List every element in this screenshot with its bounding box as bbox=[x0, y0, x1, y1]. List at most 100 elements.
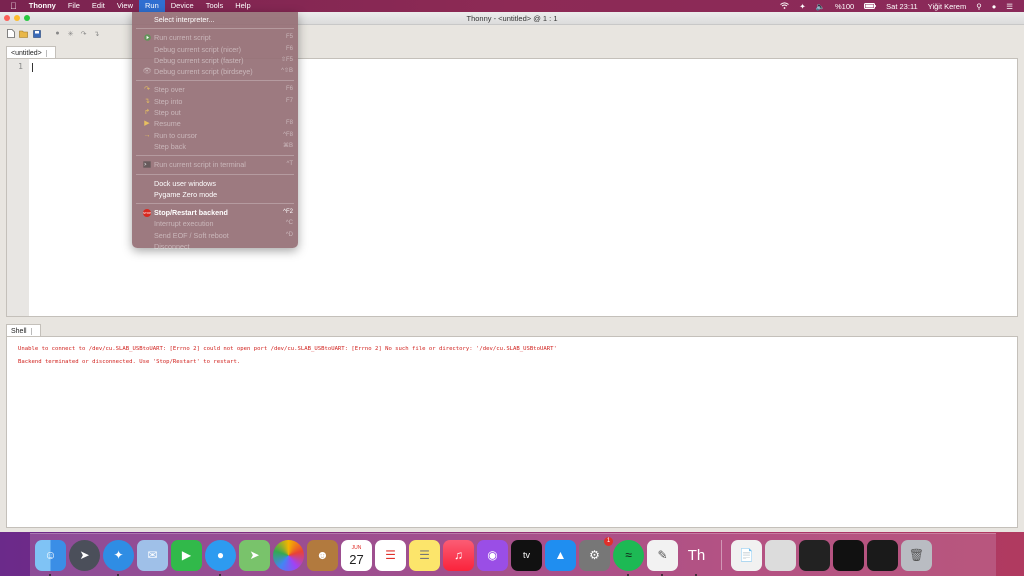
run-icon[interactable]: ● bbox=[53, 29, 62, 38]
reminders-icon[interactable]: ☰ bbox=[375, 539, 406, 571]
menu-item-label: Debug current script (faster) bbox=[154, 55, 244, 65]
menu-item-debug-nicer[interactable]: Debug current script (nicer) F6 bbox=[132, 44, 298, 55]
facetime-icon[interactable]: ▶ bbox=[171, 539, 202, 571]
menu-help[interactable]: Help bbox=[229, 0, 256, 12]
menu-item-shortcut: ^C bbox=[285, 220, 293, 227]
menu-item-disconnect[interactable]: Disconnect bbox=[132, 241, 298, 252]
tab-shell[interactable]: Shell bbox=[6, 324, 41, 336]
menubar-clock[interactable]: Sat 23:11 bbox=[881, 2, 923, 11]
photos-icon[interactable] bbox=[273, 539, 304, 571]
siri-icon[interactable]: ● bbox=[987, 2, 1002, 11]
menu-view[interactable]: View bbox=[111, 0, 139, 12]
menu-item-interrupt-execution[interactable]: Interrupt execution ^C bbox=[132, 218, 298, 229]
safari-icon[interactable]: ✦ bbox=[103, 539, 134, 576]
menu-item-label: Step back bbox=[154, 141, 186, 151]
terminal-icon bbox=[143, 161, 151, 169]
menu-item-send-eof[interactable]: Send EOF / Soft reboot ^D bbox=[132, 230, 298, 241]
menu-item-label: Step out bbox=[154, 108, 181, 118]
resume-icon: ▶ bbox=[144, 120, 150, 128]
menu-item-step-back[interactable]: Step back ⌘B bbox=[132, 141, 298, 152]
calendar-day: 27 bbox=[349, 551, 364, 567]
step-into-icon: ↴ bbox=[144, 97, 150, 105]
menu-item-run-current-script[interactable]: Run current script F5 bbox=[132, 32, 298, 43]
menu-separator bbox=[136, 28, 294, 30]
line-number: 1 bbox=[18, 62, 23, 71]
menu-device[interactable]: Device bbox=[165, 0, 200, 12]
menu-app-name[interactable]: Thonny bbox=[23, 0, 62, 12]
battery-percent[interactable]: %100 bbox=[830, 2, 859, 11]
tab-untitled[interactable]: <untitled> bbox=[6, 46, 56, 58]
menu-separator bbox=[136, 173, 294, 175]
apple-menu-icon[interactable]:  bbox=[0, 0, 23, 12]
tab-untitled-label: <untitled> bbox=[11, 49, 42, 57]
spotify-icon[interactable]: ≈ bbox=[613, 539, 644, 576]
menu-item-shortcut: ^⇧B bbox=[281, 68, 293, 75]
menu-item-step-out[interactable]: ↱ Step out bbox=[132, 107, 298, 118]
new-file-icon[interactable] bbox=[6, 29, 15, 38]
menubar:  Thonny File Edit View Run Device Tools… bbox=[0, 0, 1024, 12]
run-icon bbox=[143, 34, 151, 42]
finder-icon[interactable]: ☺ bbox=[35, 539, 66, 576]
open-file-icon[interactable] bbox=[19, 29, 28, 38]
menu-item-run-in-terminal[interactable]: Run current script in terminal ^T bbox=[132, 159, 298, 170]
tab-close-icon[interactable] bbox=[30, 327, 35, 335]
mail-stamp-icon[interactable]: ✉ bbox=[137, 539, 168, 571]
bluetooth-icon[interactable]: ✦ bbox=[794, 2, 810, 11]
menu-item-debug-faster[interactable]: Debug current script (faster) ⇧F5 bbox=[132, 55, 298, 66]
menu-item-step-over[interactable]: ↷ Step over F6 bbox=[132, 84, 298, 95]
notification-center-icon[interactable]: ☰ bbox=[1001, 2, 1018, 11]
menu-item-label: Run to cursor bbox=[154, 130, 198, 140]
tab-close-icon[interactable] bbox=[45, 49, 50, 57]
notes-icon[interactable]: ☰ bbox=[409, 539, 440, 571]
calendar-icon[interactable]: JUN 27 bbox=[341, 539, 372, 571]
system-preferences-icon[interactable]: ⚙ 1 bbox=[579, 536, 613, 571]
menu-item-pygame-zero-mode[interactable]: Pygame Zero mode bbox=[132, 189, 298, 200]
messages-icon[interactable]: ● bbox=[205, 539, 236, 576]
app-store-icon[interactable]: ▲ bbox=[545, 539, 576, 571]
menu-tools[interactable]: Tools bbox=[200, 0, 230, 12]
menu-item-run-to-cursor[interactable]: → Run to cursor ^F8 bbox=[132, 130, 298, 141]
minimized-window-icon[interactable] bbox=[867, 539, 898, 571]
status-area: ✦ 🔈 %100 Sat 23:11 Yiğit Kerem ⚲ ● ☰ bbox=[775, 2, 1024, 11]
wifi-icon[interactable] bbox=[775, 1, 794, 11]
menu-edit[interactable]: Edit bbox=[86, 0, 111, 12]
minimized-window-icon[interactable] bbox=[765, 539, 796, 571]
debug-icon[interactable]: ✳ bbox=[66, 29, 75, 38]
menu-item-resume[interactable]: ▶ Resume F8 bbox=[132, 118, 298, 129]
music-icon[interactable]: ♫ bbox=[443, 539, 474, 571]
menu-item-select-interpreter[interactable]: Select interpreter... bbox=[132, 14, 298, 25]
menu-item-debug-birdseye[interactable]: 👁 Debug current script (birdseye) ^⇧B bbox=[132, 66, 298, 77]
menubar-user[interactable]: Yiğit Kerem bbox=[923, 2, 972, 11]
save-file-icon[interactable] bbox=[32, 29, 41, 38]
minimized-window-icon[interactable] bbox=[799, 539, 830, 571]
menu-separator bbox=[136, 203, 294, 205]
podcasts-icon[interactable]: ◉ bbox=[477, 539, 508, 571]
minimized-window-icon[interactable] bbox=[833, 539, 864, 571]
thonny-label: Th bbox=[687, 546, 706, 564]
apple-tv-icon[interactable]: tv bbox=[511, 539, 542, 571]
notification-badge: 1 bbox=[604, 536, 613, 546]
maps-icon[interactable]: ➤ bbox=[239, 539, 270, 571]
menu-item-label: Run current script in terminal bbox=[154, 160, 246, 170]
shell-error-line: Unable to connect to /dev/cu.SLAB_USBtoU… bbox=[18, 346, 557, 352]
menu-item-dock-user-windows[interactable]: Dock user windows bbox=[132, 178, 298, 189]
menu-item-stop-restart-backend[interactable]: STOP Stop/Restart backend ^F2 bbox=[132, 207, 298, 218]
menu-item-step-into[interactable]: ↴ Step into F7 bbox=[132, 96, 298, 107]
spotlight-search-icon[interactable]: ⚲ bbox=[971, 2, 987, 11]
shell-panel[interactable]: Unable to connect to /dev/cu.SLAB_USBtoU… bbox=[6, 336, 1018, 528]
step-into-icon[interactable]: ↴ bbox=[92, 29, 101, 38]
launchpad-icon[interactable]: ➤ bbox=[69, 539, 100, 571]
volume-icon[interactable]: 🔈 bbox=[811, 2, 830, 11]
textedit-icon[interactable]: ✎ bbox=[647, 539, 678, 576]
menu-item-shortcut: F6 bbox=[285, 45, 293, 52]
step-over-icon[interactable]: ↷ bbox=[79, 29, 88, 38]
trash-icon[interactable]: 🗑 bbox=[901, 539, 932, 571]
menu-file[interactable]: File bbox=[62, 0, 86, 12]
menu-run[interactable]: Run bbox=[138, 0, 165, 12]
menu-item-label: Interrupt execution bbox=[154, 219, 214, 229]
menu-item-label: Debug current script (nicer) bbox=[154, 44, 242, 54]
document-icon[interactable]: 📄 bbox=[731, 539, 762, 571]
contacts-icon[interactable]: ☻ bbox=[307, 539, 338, 571]
thonny-icon[interactable]: Th bbox=[681, 540, 712, 576]
battery-icon[interactable] bbox=[859, 2, 881, 11]
